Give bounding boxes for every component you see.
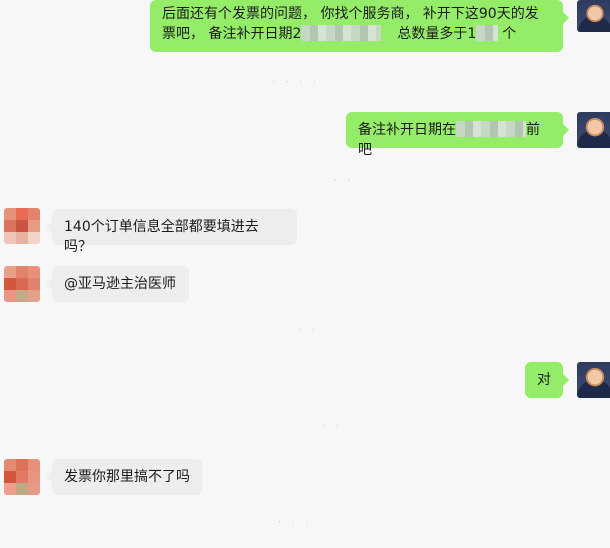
message-text: 发票你那里搞不了吗 xyxy=(64,469,190,485)
avatar[interactable] xyxy=(4,266,40,302)
message-text: 个 xyxy=(502,26,517,42)
message-bubble-outgoing[interactable]: 备注补开日期在 前吧 xyxy=(346,112,569,158)
message-bubble-incoming[interactable]: 140个订单信息全部都要填进去吗？ xyxy=(46,209,297,255)
avatar[interactable] xyxy=(577,0,610,32)
message-text: 140个订单信息全部都要填进去吗？ xyxy=(64,219,259,255)
avatar[interactable] xyxy=(4,459,40,495)
message-text: 对 xyxy=(537,372,551,388)
avatar[interactable] xyxy=(577,112,610,148)
redacted-mask xyxy=(301,25,382,41)
avatar[interactable] xyxy=(4,208,40,244)
message-text: 总数量多于1 xyxy=(397,26,477,42)
redacted-mask xyxy=(476,25,499,41)
timestamp-placeholder: · · xyxy=(322,422,343,432)
timestamp-placeholder: · · · · xyxy=(272,78,321,88)
timestamp-placeholder: · · xyxy=(334,176,355,186)
message-text: 备注补开日期在 xyxy=(358,122,456,138)
message-bubble-incoming[interactable]: 发票你那里搞不了吗 xyxy=(46,459,202,495)
timestamp-placeholder: · · · xyxy=(278,518,313,528)
message-text: @亚马逊主治医师 xyxy=(64,276,176,292)
timestamp-placeholder: · · xyxy=(298,326,319,336)
redacted-mask xyxy=(456,121,526,137)
message-bubble-outgoing[interactable]: 对 xyxy=(525,362,569,398)
avatar[interactable] xyxy=(577,362,610,398)
message-bubble-incoming[interactable]: @亚马逊主治医师 xyxy=(46,266,189,302)
message-bubble-outgoing[interactable]: 后面还有个发票的问题， 你找个服务商， 补开下这90天的发票吧， 备注补开日期2… xyxy=(150,0,569,52)
